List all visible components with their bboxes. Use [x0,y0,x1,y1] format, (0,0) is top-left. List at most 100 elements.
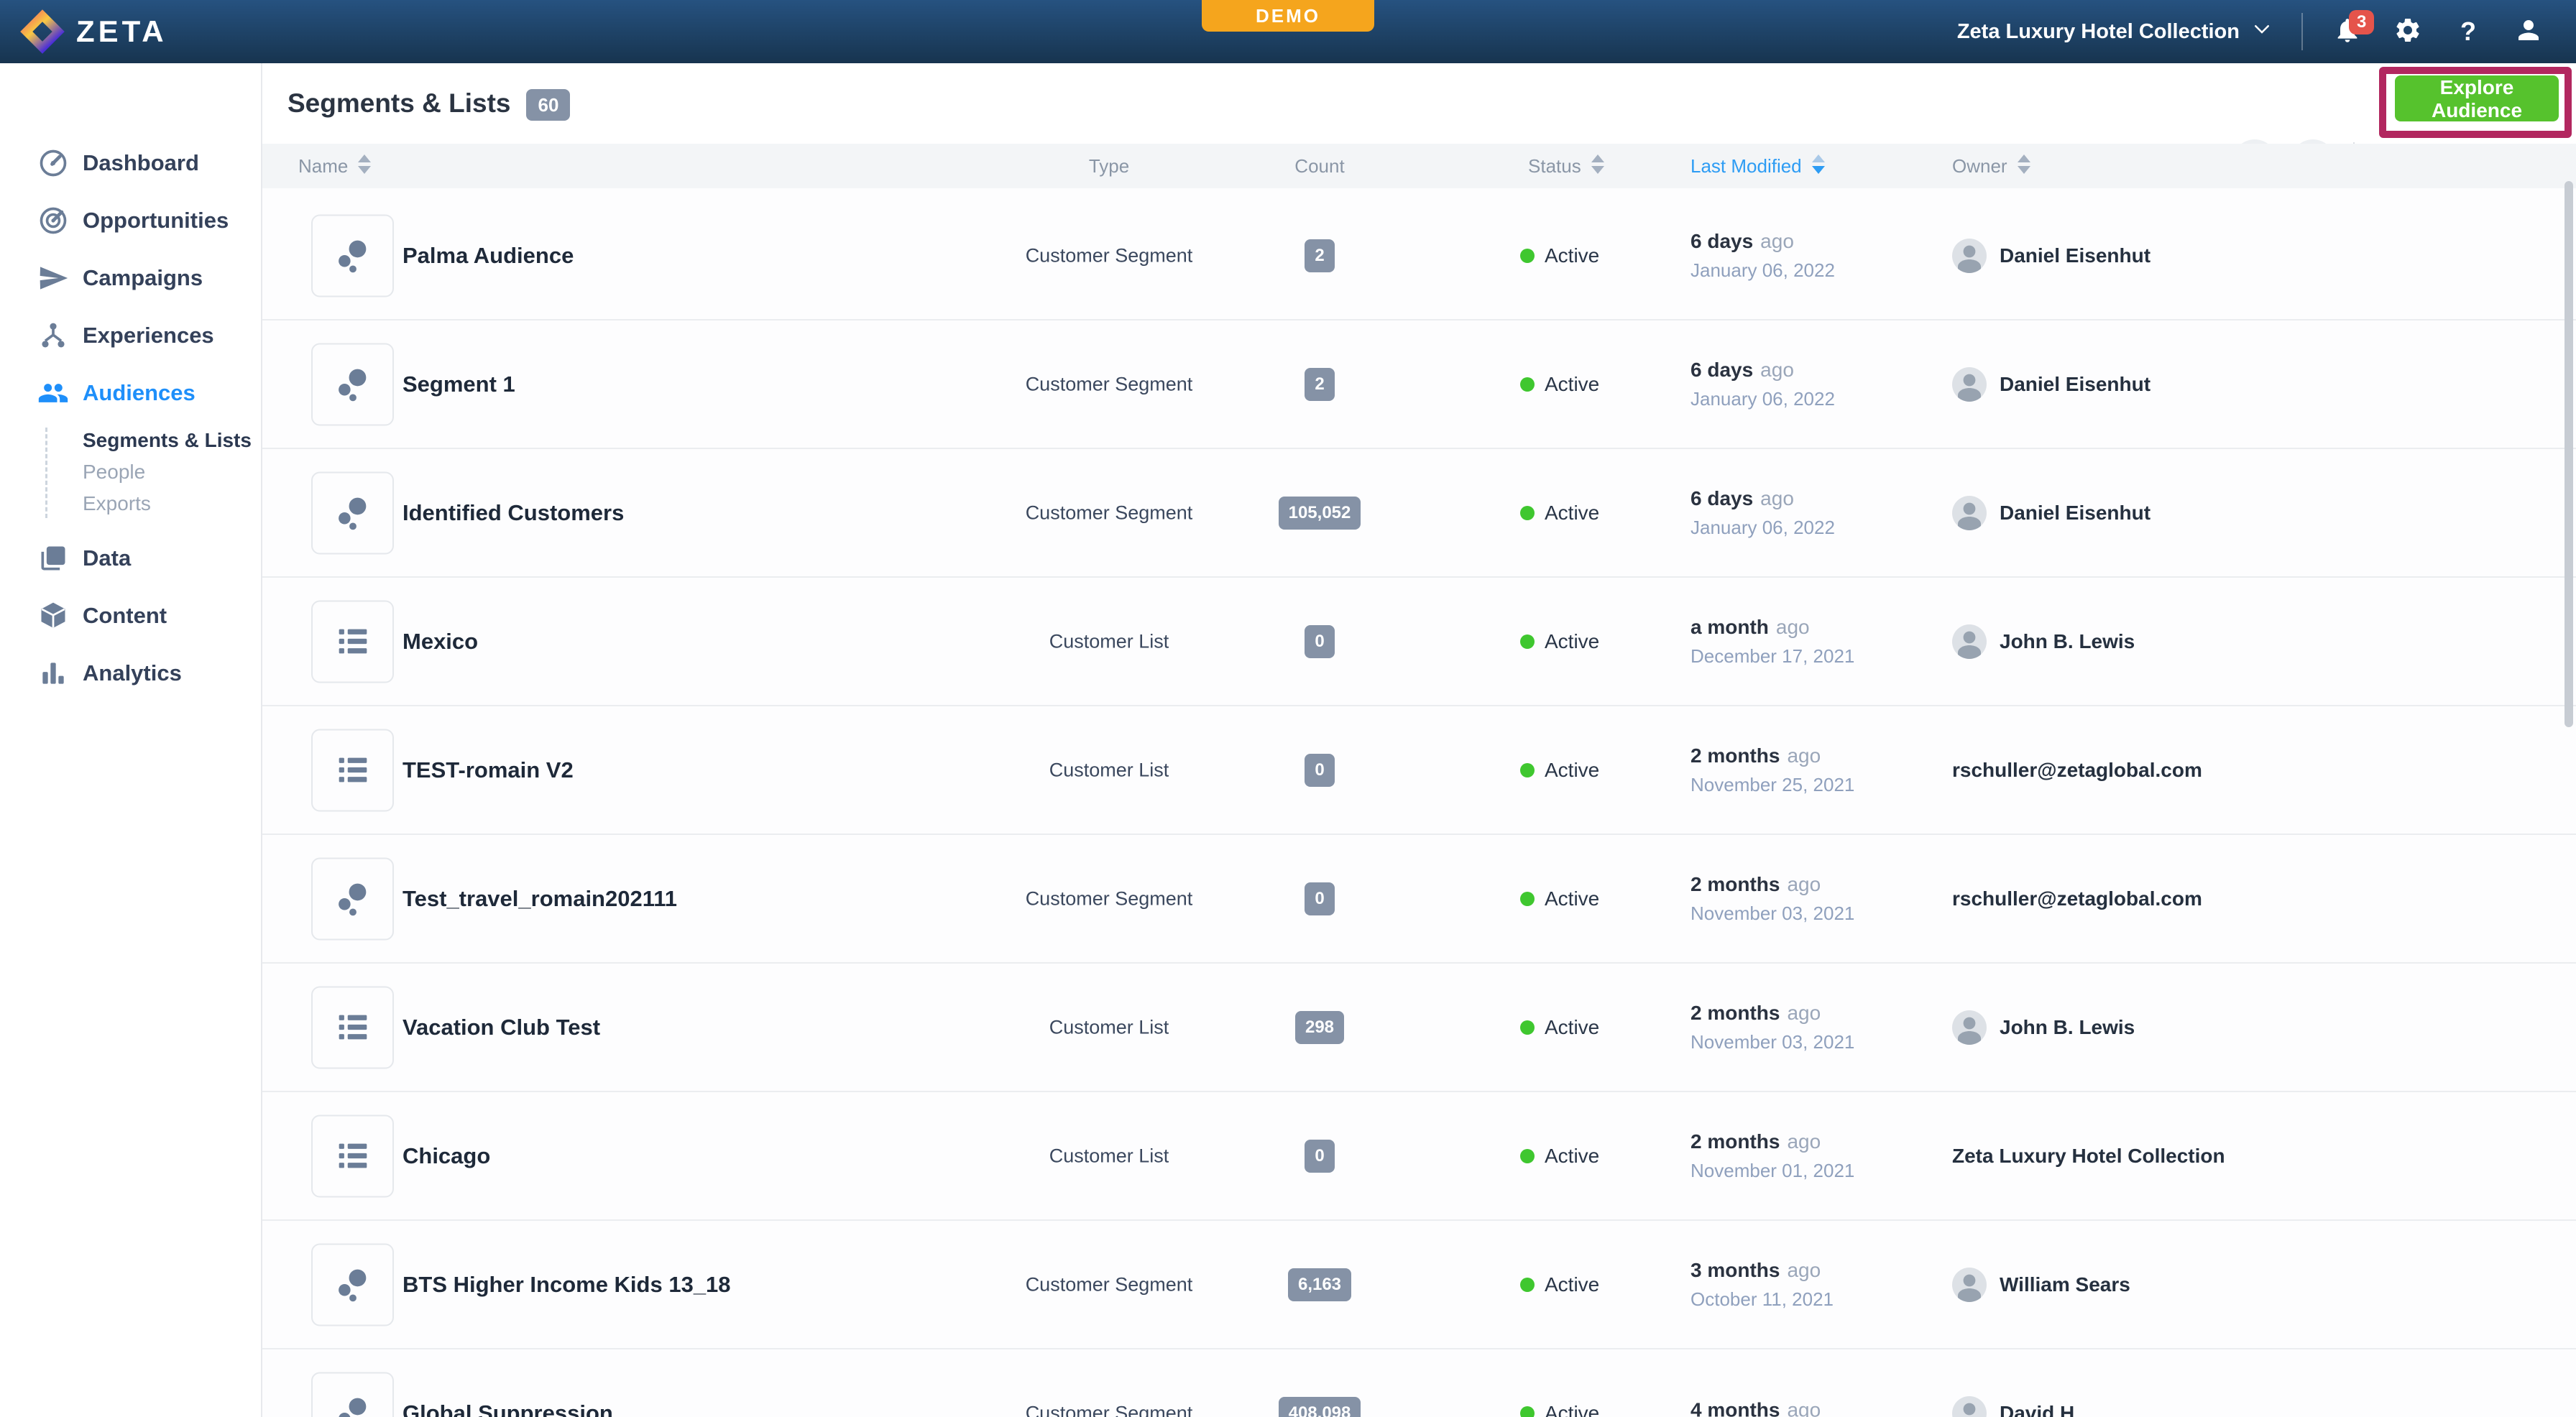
vertical-scrollbar[interactable] [2564,181,2573,727]
status-dot-icon [1520,1278,1535,1292]
customer-segment-icon [311,471,394,554]
customer-list-icon [311,986,394,1068]
segment-type: Customer List [1001,630,1217,652]
avatar [1952,239,1987,273]
status-cell: Active [1520,1145,1599,1168]
count-badge: 0 [1305,625,1334,658]
table-row[interactable]: MexicoCustomer List0Activea monthagoDece… [262,578,2576,706]
account-selector[interactable]: Zeta Luxury Hotel Collection [1957,18,2273,45]
sidebar-item-label: Data [83,545,131,571]
segment-name[interactable]: Segment 1 [402,371,515,397]
table-row[interactable]: TEST-romain V2Customer List0Active2 mont… [262,706,2576,835]
settings-button[interactable] [2392,16,2424,47]
notifications-button[interactable]: 3 [2332,16,2363,47]
modified-date: January 06, 2022 [1690,388,1835,410]
column-header-last-modified[interactable]: Last Modified [1690,144,1825,188]
modified-relative: 4 months [1690,1398,1780,1417]
column-header-type[interactable]: Type [1001,144,1217,188]
last-modified-cell: 6 daysagoJanuary 06, 2022 [1690,359,1835,410]
segment-name[interactable]: Chicago [402,1143,490,1169]
owner-name: John B. Lewis [2000,630,2135,653]
status-dot-icon [1520,506,1535,520]
customer-segment-icon [311,857,394,940]
table-row[interactable]: BTS Higher Income Kids 13_18Customer Seg… [262,1221,2576,1349]
table-row[interactable]: Palma AudienceCustomer Segment2Active6 d… [262,192,2576,320]
sidebar-item-data[interactable]: Data [0,530,261,587]
table-row[interactable]: Segment 1Customer Segment2Active6 daysag… [262,320,2576,449]
cube-icon [37,600,69,632]
column-header-status[interactable]: Status [1528,144,1604,188]
sidebar-item-label: Experiences [83,323,214,349]
customer-segment-icon [311,214,394,297]
table-row[interactable]: Test_travel_romain202111Customer Segment… [262,835,2576,964]
sidebar-subitem-exports[interactable]: Exports [0,488,261,520]
table-row[interactable]: Vacation Club TestCustomer List298Active… [262,964,2576,1092]
modified-suffix: ago [1760,230,1794,252]
segment-type: Customer Segment [1001,373,1217,395]
owner-name: Daniel Eisenhut [2000,244,2150,267]
subnav-dashed-line [45,428,47,518]
people-icon [37,377,69,409]
status-dot-icon [1520,377,1535,392]
user-menu-button[interactable] [2513,16,2544,47]
help-button[interactable]: ? [2452,16,2484,47]
status-label: Active [1545,1402,1599,1417]
owner-cell: Daniel Eisenhut [1952,239,2150,273]
segment-name[interactable]: BTS Higher Income Kids 13_18 [402,1272,731,1298]
page-title: Segments & Lists60 [288,63,570,144]
last-modified-cell: 2 monthsagoNovember 01, 2021 [1690,1130,1854,1182]
status-dot-icon [1520,763,1535,777]
table-row[interactable]: Global SuppressionCustomer Segment408,09… [262,1349,2576,1417]
avatar [1952,1268,1987,1302]
account-name: Zeta Luxury Hotel Collection [1957,20,2240,44]
segment-type: Customer List [1001,1016,1217,1038]
column-header-owner[interactable]: Owner [1952,144,2030,188]
modified-date: January 06, 2022 [1690,259,1835,282]
modified-date: November 03, 2021 [1690,903,1854,925]
segment-name[interactable]: Mexico [402,629,478,655]
last-modified-cell: 2 monthsagoNovember 03, 2021 [1690,873,1854,925]
table-row[interactable]: Identified CustomersCustomer Segment105,… [262,449,2576,578]
sort-icon [1591,154,1604,174]
segment-name[interactable]: Vacation Club Test [402,1015,600,1040]
owner-name: William Sears [2000,1273,2130,1296]
sidebar-item-audiences[interactable]: Audiences [0,364,261,422]
status-dot-icon [1520,1020,1535,1035]
table-row[interactable]: ChicagoCustomer List0Active2 monthsagoNo… [262,1092,2576,1221]
column-header-count[interactable]: Count [1212,144,1427,188]
table-header: Name Type Count Status Last Modified Own… [262,144,2576,188]
segment-name[interactable]: Global Suppression [402,1400,613,1417]
segment-name[interactable]: Test_travel_romain202111 [402,886,677,912]
avatar [1952,496,1987,530]
sidebar-subitem-people[interactable]: People [0,456,261,488]
owner-cell: John B. Lewis [1952,1010,2135,1045]
status-label: Active [1545,244,1599,267]
sidebar-item-opportunities[interactable]: Opportunities [0,192,261,249]
sidebar-item-dashboard[interactable]: Dashboard [0,134,261,192]
sidebar-subitem-segments-lists[interactable]: Segments & Lists [0,425,261,456]
modified-relative: 2 months [1690,1130,1780,1153]
sidebar-item-content[interactable]: Content [0,587,261,645]
explore-audience-button[interactable]: Explore Audience [2395,75,2559,121]
flow-icon [37,320,69,351]
count-cell: 0 [1212,754,1427,787]
status-label: Active [1545,502,1599,525]
sort-icon-active [1812,154,1825,174]
customer-segment-icon [311,1243,394,1326]
owner-name: Daniel Eisenhut [2000,373,2150,396]
sidebar-item-campaigns[interactable]: Campaigns [0,249,261,307]
segment-name[interactable]: Identified Customers [402,500,624,526]
sidebar-item-experiences[interactable]: Experiences [0,307,261,364]
last-modified-cell: 6 daysagoJanuary 06, 2022 [1690,487,1835,539]
owner-name: John B. Lewis [2000,1016,2135,1039]
column-header-name[interactable]: Name [298,144,371,188]
sidebar-item-analytics[interactable]: Analytics [0,645,261,702]
status-cell: Active [1520,502,1599,525]
count-cell: 2 [1212,368,1427,401]
owner-name: rschuller@zetaglobal.com [1952,887,2202,910]
segment-type: Customer Segment [1001,244,1217,267]
segment-name[interactable]: Palma Audience [402,243,574,269]
modified-relative: 2 months [1690,873,1780,895]
segment-name[interactable]: TEST-romain V2 [402,757,574,783]
segment-type: Customer Segment [1001,502,1217,524]
